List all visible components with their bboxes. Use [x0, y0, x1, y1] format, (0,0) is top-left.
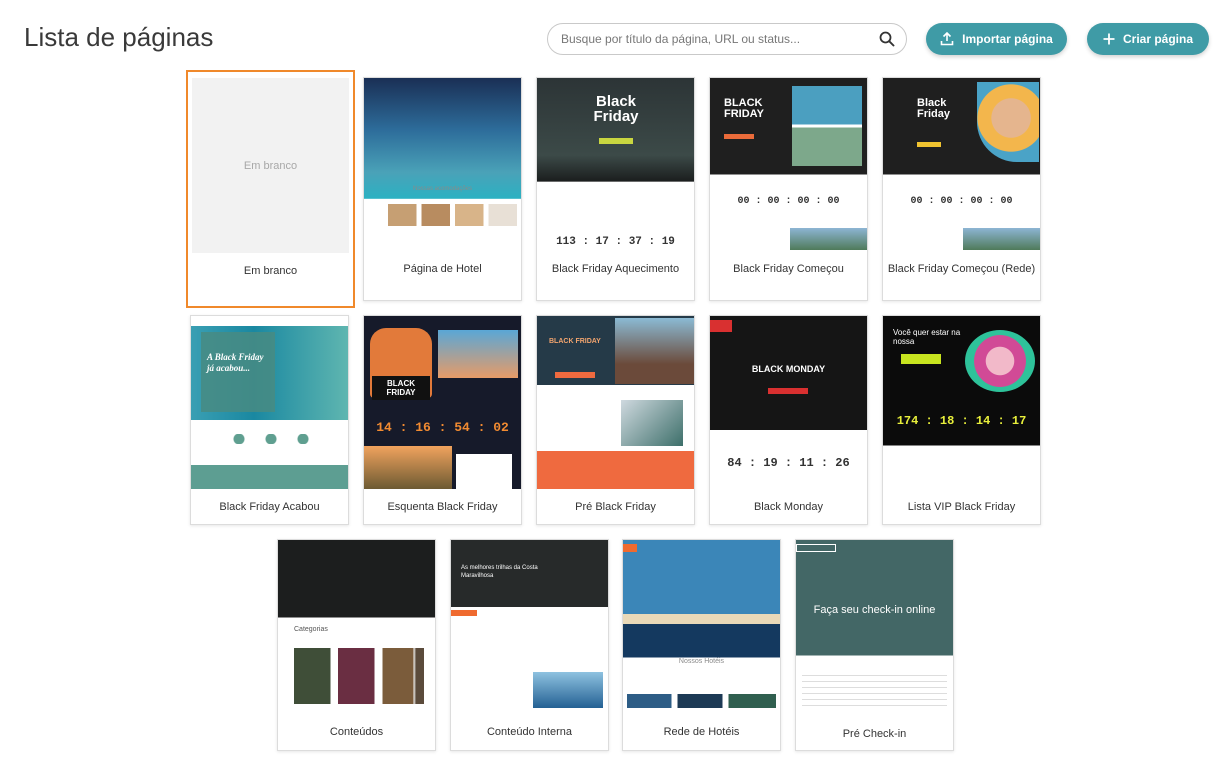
template-label: Rede de Hotéis [663, 726, 740, 738]
template-card-content-internal[interactable]: As melhores trilhas da Costa Maravilhosa… [450, 539, 609, 751]
template-label: Lista VIP Black Friday [907, 501, 1016, 513]
template-card-black-monday[interactable]: BLACK MONDAY 84 : 19 : 11 : 26 Black Mon… [709, 315, 868, 525]
template-label: Página de Hotel [403, 263, 482, 275]
bf-warm-countdown: 14 : 16 : 54 : 02 [376, 420, 509, 435]
template-thumbnail: A Black Friday já acabou... [191, 316, 348, 489]
template-thumbnail: Você quer estar na nossa 174 : 18 : 14 :… [883, 316, 1040, 489]
checkin-thumb-text: Faça seu check-in online [813, 604, 936, 616]
template-card-bf-started-network[interactable]: Black Friday 00 : 00 : 00 : 00 Black Fri… [882, 77, 1041, 301]
bf-warmup-countdown: 113 : 17 : 37 : 19 [556, 236, 675, 248]
create-page-label: Criar página [1122, 32, 1194, 46]
template-label: Pré Black Friday [575, 501, 656, 513]
blank-thumb-text: Em branco [243, 160, 298, 172]
template-card-pre-bf[interactable]: BLACK FRIDAY Pré Black Friday [536, 315, 695, 525]
template-label: Black Friday Começou (Rede) [887, 263, 1036, 275]
vip-photo [965, 330, 1035, 392]
import-page-button[interactable]: Importar página [926, 23, 1067, 55]
template-card-bf-ended[interactable]: A Black Friday já acabou... Black Friday… [190, 315, 349, 525]
bf-started-countdown: 00 : 00 : 00 : 00 [737, 196, 840, 207]
bf-network-photo [977, 82, 1039, 162]
template-thumbnail: BLACK FRIDAY 00 : 00 : 00 : 00 [710, 78, 867, 250]
content-internal-thumb-text: As melhores trilhas da Costa Maravilhosa [461, 565, 538, 579]
template-thumbnail: Em branco [192, 78, 349, 253]
template-label: Black Monday [753, 501, 824, 513]
template-label: Black Friday Acabou [219, 501, 320, 513]
create-page-button[interactable]: Criar página [1087, 23, 1209, 55]
search-icon[interactable] [878, 30, 896, 48]
template-card-bf-warm[interactable]: BLACK FRIDAY 14 : 16 : 54 : 02 Esquenta … [363, 315, 522, 525]
template-label: Em branco [243, 265, 298, 277]
template-label: Conteúdos [329, 726, 384, 738]
app-window: Lista de páginas Importar página Criar p… [0, 0, 1232, 767]
import-page-label: Importar página [962, 32, 1053, 46]
template-thumbnail: BLACK FRIDAY [537, 316, 694, 489]
search-bar[interactable] [547, 23, 907, 55]
template-label: Esquenta Black Friday [387, 501, 498, 513]
contents-thumb-text: Categorias [294, 626, 328, 633]
template-thumbnail: Faça seu check-in online [796, 540, 953, 710]
template-thumbnail: Nossos Hotéis [623, 540, 780, 708]
bf-network-thumb-text: Black Friday [917, 97, 951, 120]
template-thumbnail: Categorias [278, 540, 435, 708]
template-card-bf-warmup[interactable]: Black Friday 113 : 17 : 37 : 19 Black Fr… [536, 77, 695, 301]
template-thumbnail: As melhores trilhas da Costa Maravilhosa [451, 540, 608, 708]
template-label: Pré Check-in [842, 728, 907, 740]
vip-thumb-text: Você quer estar na nossa [893, 328, 961, 346]
plus-icon [1103, 33, 1115, 45]
template-card-hotel[interactable]: Nossas acomodações Página de Hotel [363, 77, 522, 301]
template-thumbnail: BLACK FRIDAY 14 : 16 : 54 : 02 [364, 316, 521, 489]
pre-bf-thumb-text: BLACK FRIDAY [549, 338, 601, 345]
template-card-pre-checkin[interactable]: Faça seu check-in online Pré Check-in [795, 539, 954, 751]
bf-started-thumb-text: BLACK FRIDAY [724, 97, 764, 120]
hotel-thumb-text: Nossas acomodações [412, 186, 473, 192]
template-card-blank[interactable]: Em branco Em branco [186, 70, 355, 308]
black-monday-thumb-text: BLACK MONDAY [751, 364, 826, 374]
template-card-vip[interactable]: Você quer estar na nossa 174 : 18 : 14 :… [882, 315, 1041, 525]
template-label: Conteúdo Interna [486, 726, 572, 738]
template-card-contents[interactable]: Categorias Conteúdos [277, 539, 436, 751]
page-title: Lista de páginas [24, 22, 214, 52]
template-label: Black Friday Aquecimento [551, 263, 680, 275]
template-card-bf-started[interactable]: BLACK FRIDAY 00 : 00 : 00 : 00 Black Fri… [709, 77, 868, 301]
bf-network-countdown: 00 : 00 : 00 : 00 [910, 196, 1013, 207]
template-thumbnail: Black Friday 00 : 00 : 00 : 00 [883, 78, 1040, 250]
bf-ended-thumb-text: A Black Friday já acabou... [207, 352, 264, 373]
template-label: Black Friday Começou [733, 263, 844, 275]
hotel-network-thumb-text: Nossos Hotéis [678, 658, 725, 665]
template-thumbnail: Nossas acomodações [364, 78, 521, 250]
bf-warmup-thumb-text: Black Friday [593, 93, 639, 125]
upload-icon [940, 32, 954, 46]
search-input[interactable] [561, 32, 878, 46]
black-monday-countdown: 84 : 19 : 11 : 26 [727, 456, 850, 470]
template-card-hotel-network[interactable]: Nossos Hotéis Rede de Hotéis [622, 539, 781, 751]
template-thumbnail: Black Friday 113 : 17 : 37 : 19 [537, 78, 694, 250]
vip-countdown: 174 : 18 : 14 : 17 [896, 414, 1027, 428]
bf-warm-thumb-text: BLACK FRIDAY [372, 376, 430, 400]
template-thumbnail: BLACK MONDAY 84 : 19 : 11 : 26 [710, 316, 867, 489]
